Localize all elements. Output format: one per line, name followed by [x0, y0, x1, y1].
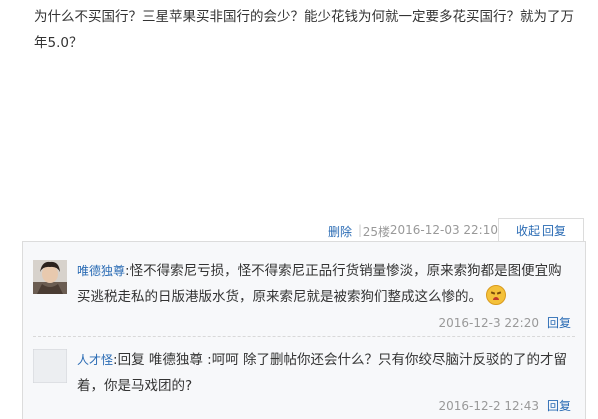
post-timestamp: 2016-12-03 22:10	[389, 223, 498, 237]
reply-timestamp: 2016-12-2 12:43	[438, 399, 539, 413]
reply-divider	[33, 336, 575, 337]
collapse-reply-tab[interactable]: 收起 回复	[498, 218, 584, 243]
reply-footer: 2016-12-2 12:43 回复	[438, 397, 571, 414]
default-avatar-icon[interactable]	[33, 349, 67, 383]
reply-footer: 2016-12-3 22:20 回复	[438, 314, 571, 331]
reply-button[interactable]: 回复	[547, 316, 571, 330]
reply-content: 唯德独尊:怪不得索尼亏损，怪不得索尼正品行货销量惨淡，原来索狗都是图便宜购买逃税…	[77, 258, 573, 310]
delete-link[interactable]: 删除	[328, 223, 352, 240]
angry-face-icon	[486, 285, 506, 305]
floor-number: 25楼	[362, 225, 390, 239]
reply-content: 人才怪:回复 唯德独尊 :呵呵 除了删帖你还会什么？只有你绞尽脑汁反驳的了的才留…	[77, 347, 573, 399]
reply-username[interactable]: 人才怪	[77, 353, 113, 367]
reply-tab-label[interactable]: 回复	[542, 224, 566, 238]
reply-button[interactable]: 回复	[547, 399, 571, 413]
user-photo-icon[interactable]	[33, 260, 67, 294]
post-meta-bar: 删除 | 25楼 2016-12-03 22:10 收起 回复	[298, 218, 598, 243]
post-body: 为什么不买国行？三星苹果买非国行的会少？能少花钱为何就一定要多花买国行？就为了万…	[34, 9, 574, 51]
reply-timestamp: 2016-12-3 22:20	[438, 316, 539, 330]
meta-separator: |	[357, 223, 362, 237]
reply-panel: 唯德独尊:怪不得索尼亏损，怪不得索尼正品行货销量惨淡，原来索狗都是图便宜购买逃税…	[22, 241, 586, 419]
reply-username[interactable]: 唯德独尊	[77, 264, 125, 278]
reply-text: :回复 唯德独尊 :呵呵 除了删帖你还会什么？只有你绞尽脑汁反驳的了的才留着，你…	[77, 352, 567, 394]
collapse-label[interactable]: 收起	[516, 224, 540, 238]
